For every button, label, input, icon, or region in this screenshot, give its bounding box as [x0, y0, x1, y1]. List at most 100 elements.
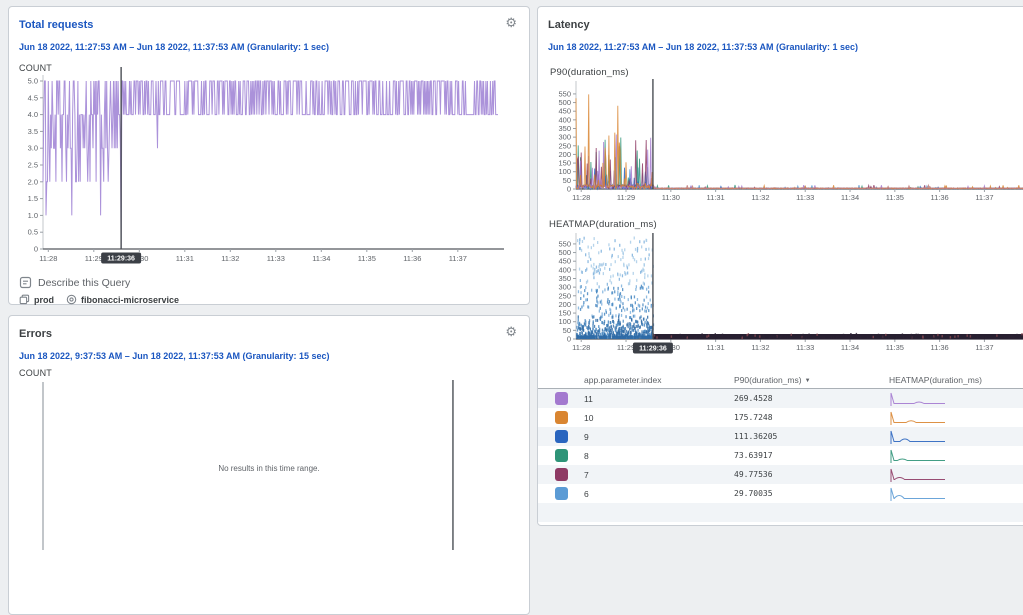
- table-row[interactable]: 749.77536: [538, 465, 1023, 484]
- series-color-swatch[interactable]: [555, 430, 568, 443]
- table-row[interactable]: 629.70035: [538, 484, 1023, 503]
- settings-gear-icon[interactable]: ⚙: [505, 16, 517, 29]
- environment-tag[interactable]: prod: [19, 294, 54, 305]
- x-tick-label: 11:31: [176, 254, 194, 263]
- y-tick-label: 400: [558, 115, 571, 124]
- heatmap-sparkline: [889, 485, 947, 502]
- table-row[interactable]: 9111.36205: [538, 427, 1023, 446]
- y-tick-label: 150: [558, 159, 571, 168]
- heatmap-chart-title: HEATMAP(duration_ms): [549, 219, 657, 230]
- panel-errors: Errors ⚙ Jun 18 2022, 9:37:53 AM – Jun 1…: [8, 315, 530, 615]
- cell-p90-value: 49.77536: [734, 470, 889, 479]
- cell-parameter-index: 6: [584, 489, 734, 499]
- y-tick-label: 550: [558, 239, 571, 248]
- describe-query-button[interactable]: Describe this Query: [19, 276, 130, 289]
- x-tick-label: 11:37: [975, 343, 993, 352]
- cell-parameter-index: 9: [584, 432, 734, 442]
- heatmap-sparkline: [889, 428, 947, 445]
- x-tick-label: 11:37: [975, 193, 993, 202]
- cell-parameter-index: 8: [584, 451, 734, 461]
- latency-heatmap-chart[interactable]: 05010015020025030035040045050055011:2811…: [548, 233, 1023, 361]
- cell-p90-value: 29.70035: [734, 489, 889, 498]
- y-tick-label: 3.5: [28, 127, 38, 136]
- x-tick-label: 11:29: [617, 343, 635, 352]
- y-tick-label: 5.0: [28, 77, 38, 86]
- series-color-swatch[interactable]: [555, 487, 568, 500]
- y-tick-label: 1.0: [28, 211, 38, 220]
- x-tick-label: 11:34: [841, 343, 859, 352]
- dataset-tag[interactable]: fibonacci-microservice: [66, 294, 179, 305]
- y-tick-label: 4.5: [28, 93, 38, 102]
- time-range-label: Jun 18 2022, 11:27:53 AM – Jun 18 2022, …: [19, 42, 329, 52]
- y-tick-label: 350: [558, 124, 571, 133]
- x-tick-label: 11:36: [931, 193, 949, 202]
- cell-p90-value: 175.7248: [734, 413, 889, 422]
- series-color-swatch[interactable]: [555, 468, 568, 481]
- y-tick-label: 3.0: [28, 144, 38, 153]
- y-tick-label: 300: [558, 283, 571, 292]
- column-header-index[interactable]: app.parameter.index: [584, 375, 734, 385]
- table-row[interactable]: 11269.4528: [538, 389, 1023, 408]
- x-tick-label: 11:35: [886, 193, 904, 202]
- x-tick-label: 11:32: [751, 193, 769, 202]
- y-axis-title: COUNT: [19, 368, 52, 378]
- y-tick-label: 0: [34, 245, 38, 254]
- p90-series-line-7: [576, 140, 1023, 189]
- x-tick-label: 11:29: [85, 254, 103, 263]
- query-meta-row: prod fibonacci-microservice: [19, 294, 179, 305]
- table-row[interactable]: 873.63917: [538, 446, 1023, 465]
- sort-desc-icon: ▼: [805, 378, 811, 384]
- y-tick-label: 450: [558, 257, 571, 266]
- x-tick-label: 11:34: [841, 193, 859, 202]
- series-color-swatch[interactable]: [555, 411, 568, 424]
- heatmap-sparkline: [889, 390, 947, 407]
- panel-latency: Latency Jun 18 2022, 11:27:53 AM – Jun 1…: [537, 6, 1023, 526]
- x-tick-label: 11:31: [707, 193, 725, 202]
- x-tick-label: 11:35: [358, 254, 376, 263]
- series-color-swatch[interactable]: [555, 392, 568, 405]
- total-requests-chart[interactable]: 00.51.01.52.02.53.03.54.04.55.011:2811:2…: [15, 67, 525, 272]
- empty-results-message: No results in this time range.: [169, 464, 369, 473]
- dataset-name: fibonacci-microservice: [81, 295, 179, 305]
- x-tick-label: 11:29: [617, 193, 635, 202]
- x-tick-label: 11:36: [931, 343, 949, 352]
- describe-query-label: Describe this Query: [38, 277, 130, 289]
- cell-p90-value: 269.4528: [734, 394, 889, 403]
- x-tick-label: 11:32: [221, 254, 239, 263]
- table-row-partial[interactable]: [538, 503, 1023, 522]
- panel-title-errors[interactable]: Errors: [19, 328, 52, 340]
- annotation-icon: [19, 276, 32, 289]
- column-header-p90[interactable]: P90(duration_ms)▼: [734, 375, 889, 385]
- time-marker-label: 11:29:36: [107, 256, 135, 263]
- heatmap-sparkline: [889, 409, 947, 426]
- y-tick-label: 0: [567, 335, 571, 344]
- y-tick-label: 400: [558, 265, 571, 274]
- x-tick-label: 11:33: [796, 343, 814, 352]
- y-tick-label: 500: [558, 98, 571, 107]
- x-tick-label: 11:28: [572, 343, 590, 352]
- environment-name: prod: [34, 295, 54, 305]
- cell-p90-value: 111.36205: [734, 432, 889, 441]
- x-tick-label: 11:28: [572, 193, 590, 202]
- latency-p90-chart[interactable]: 05010015020025030035040045050055011:2811…: [548, 79, 1023, 209]
- y-tick-label: 4.0: [28, 110, 38, 119]
- table-header-row: app.parameter.indexP90(duration_ms)▼HEAT…: [538, 372, 1023, 389]
- p90-chart-title: P90(duration_ms): [550, 67, 629, 78]
- settings-gear-icon[interactable]: ⚙: [505, 325, 517, 338]
- panel-title-latency[interactable]: Latency: [548, 19, 590, 31]
- y-tick-label: 200: [558, 150, 571, 159]
- y-tick-label: 100: [558, 167, 571, 176]
- y-tick-label: 450: [558, 107, 571, 116]
- x-tick-label: 11:30: [662, 193, 680, 202]
- heatmap-sparkline: [889, 447, 947, 464]
- y-tick-label: 50: [563, 176, 571, 185]
- x-tick-label: 11:33: [267, 254, 285, 263]
- series-color-swatch[interactable]: [555, 449, 568, 462]
- y-tick-label: 1.5: [28, 194, 38, 203]
- y-tick-label: 550: [558, 89, 571, 98]
- panel-title-total-requests[interactable]: Total requests: [19, 19, 93, 31]
- table-row[interactable]: 10175.7248: [538, 408, 1023, 427]
- y-tick-label: 250: [558, 291, 571, 300]
- column-header-heatmap[interactable]: HEATMAP(duration_ms): [889, 375, 1023, 385]
- y-tick-label: 300: [558, 133, 571, 142]
